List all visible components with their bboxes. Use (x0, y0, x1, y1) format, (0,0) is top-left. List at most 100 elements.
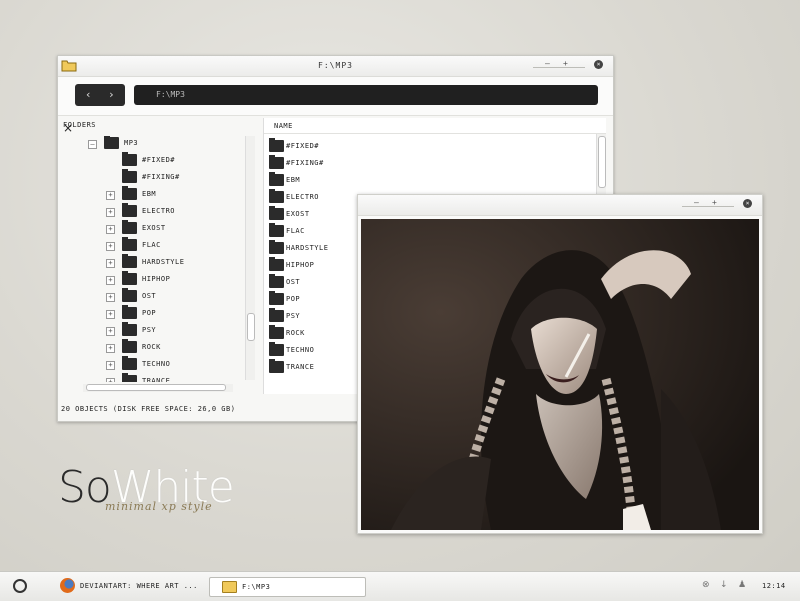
taskbar: DEVIANTART: WHERE ART ... F:\MP3 ⊗ ↓ ♟ 1… (0, 571, 800, 601)
list-item-label: #FIXING# (286, 159, 324, 167)
folder-tree: – MP3 #FIXED# #FIXING# + EBM + ELECTRO + EXOST + FL… (58, 136, 243, 382)
minimize-button[interactable]: – (545, 59, 550, 68)
tree-item-label: HIPHOP (142, 275, 171, 283)
folder-icon (122, 356, 137, 370)
list-item-label: FLAC (286, 227, 305, 235)
clock: 12:14 (762, 582, 786, 590)
expand-icon[interactable]: + (106, 344, 115, 353)
tree-item[interactable]: + ROCK (58, 339, 243, 357)
tree-item[interactable]: + TECHNO (58, 356, 243, 374)
expand-icon[interactable]: + (106, 378, 115, 382)
folder-icon (122, 271, 137, 285)
folder-icon (269, 308, 284, 322)
close-button[interactable]: × (594, 60, 603, 69)
tree-item[interactable]: + HARDSTYLE (58, 254, 243, 272)
folder-icon (122, 254, 137, 268)
viewer-titlebar[interactable]: – + × (358, 195, 762, 216)
folder-icon (122, 288, 137, 302)
expand-icon[interactable]: + (106, 242, 115, 251)
maximize-button[interactable]: + (563, 59, 568, 68)
viewer-window-controls: – + × (682, 198, 752, 212)
collapse-icon[interactable]: – (88, 140, 97, 149)
brand-so: So (58, 462, 112, 513)
column-header-name[interactable]: NAME (264, 118, 606, 134)
viewer-minimize-button[interactable]: – (694, 198, 699, 207)
folder-icon (269, 342, 284, 356)
tree-horizontal-scrollbar[interactable] (83, 384, 233, 392)
list-item[interactable]: #FIXED# (269, 138, 589, 156)
list-item-label: EBM (286, 176, 301, 184)
tree-item[interactable]: #FIXING# (58, 169, 243, 187)
taskbar-item-label: DEVIANTART: WHERE ART ... (80, 582, 198, 590)
tree-item[interactable]: + PSY (58, 322, 243, 340)
taskbar-item-explorer[interactable]: F:\MP3 (209, 577, 366, 597)
list-item-label: OST (286, 278, 301, 286)
back-button[interactable]: ‹ (85, 88, 92, 101)
tree-item[interactable]: + HIPHOP (58, 271, 243, 289)
taskbar-item-firefox[interactable]: DEVIANTART: WHERE ART ... (60, 578, 200, 595)
expand-icon[interactable]: + (106, 310, 115, 319)
tree-item-label: ELECTRO (142, 207, 176, 215)
tree-item-label: PSY (142, 326, 157, 334)
expand-icon[interactable]: + (106, 276, 115, 285)
tree-item-label: MP3 (124, 139, 139, 147)
address-bar[interactable]: F:\MP3 (134, 85, 598, 105)
tree-item[interactable]: + TRANCE (58, 373, 243, 382)
tree-vertical-scrollbar[interactable] (245, 136, 255, 380)
list-item[interactable]: EBM (269, 172, 589, 190)
expand-icon[interactable]: + (106, 225, 115, 234)
tree-item-label: ROCK (142, 343, 161, 351)
list-item-label: EXOST (286, 210, 310, 218)
expand-icon[interactable]: + (106, 208, 115, 217)
tree-item[interactable]: + EXOST (58, 220, 243, 238)
tree-scroll-thumb[interactable] (247, 313, 255, 341)
folders-pane-header: FOLDERS × (58, 118, 261, 135)
tree-item[interactable]: – MP3 (58, 136, 243, 153)
folder-icon (122, 305, 137, 319)
image-viewer-window[interactable]: – + × (357, 194, 763, 534)
tree-item[interactable]: + OST (58, 288, 243, 306)
start-button[interactable] (13, 579, 27, 593)
folder-icon (122, 203, 137, 217)
folder-icon (122, 169, 137, 183)
folder-icon (122, 220, 137, 234)
expand-icon[interactable]: + (106, 361, 115, 370)
tray-user-icon[interactable]: ♟ (738, 580, 746, 590)
list-item[interactable]: #FIXING# (269, 155, 589, 173)
column-label: NAME (274, 122, 293, 130)
tree-item[interactable]: #FIXED# (58, 152, 243, 170)
folder-icon (122, 237, 137, 251)
tree-item-label: OST (142, 292, 157, 300)
explorer-titlebar[interactable]: F:\MP3 – + × (58, 56, 613, 77)
forward-button[interactable]: › (108, 88, 115, 101)
expand-icon[interactable]: + (106, 259, 115, 268)
folder-icon (269, 325, 284, 339)
tree-item[interactable]: + ELECTRO (58, 203, 243, 221)
tree-item-label: #FIXED# (142, 156, 176, 164)
expand-icon[interactable]: + (106, 191, 115, 200)
tree-item-label: HARDSTYLE (142, 258, 185, 266)
tree-item-label: EBM (142, 190, 157, 198)
tree-hscroll-thumb[interactable] (86, 384, 226, 391)
viewer-title-divider (682, 206, 734, 207)
tree-item[interactable]: + POP (58, 305, 243, 323)
tree-item[interactable]: + FLAC (58, 237, 243, 255)
expand-icon[interactable]: + (106, 327, 115, 336)
expand-icon[interactable]: + (106, 293, 115, 302)
viewer-maximize-button[interactable]: + (712, 198, 717, 207)
list-item-label: TRANCE (286, 363, 315, 371)
list-scroll-thumb[interactable] (598, 136, 606, 188)
firefox-icon (60, 578, 75, 593)
status-bar: 20 OBJECTS (DISK FREE SPACE: 26,0 GB) (61, 405, 236, 413)
folder-icon (122, 339, 137, 353)
tray-close-icon[interactable]: ⊗ (702, 580, 710, 590)
tree-item[interactable]: + EBM (58, 186, 243, 204)
tray-download-icon[interactable]: ↓ (720, 580, 728, 590)
folders-close-button[interactable]: × (63, 121, 73, 135)
list-item-label: #FIXED# (286, 142, 320, 150)
viewer-close-button[interactable]: × (743, 199, 752, 208)
nav-buttons: ‹ › (75, 84, 125, 106)
folder-icon (122, 322, 137, 336)
folder-icon (269, 155, 284, 169)
tree-item-label: #FIXING# (142, 173, 180, 181)
